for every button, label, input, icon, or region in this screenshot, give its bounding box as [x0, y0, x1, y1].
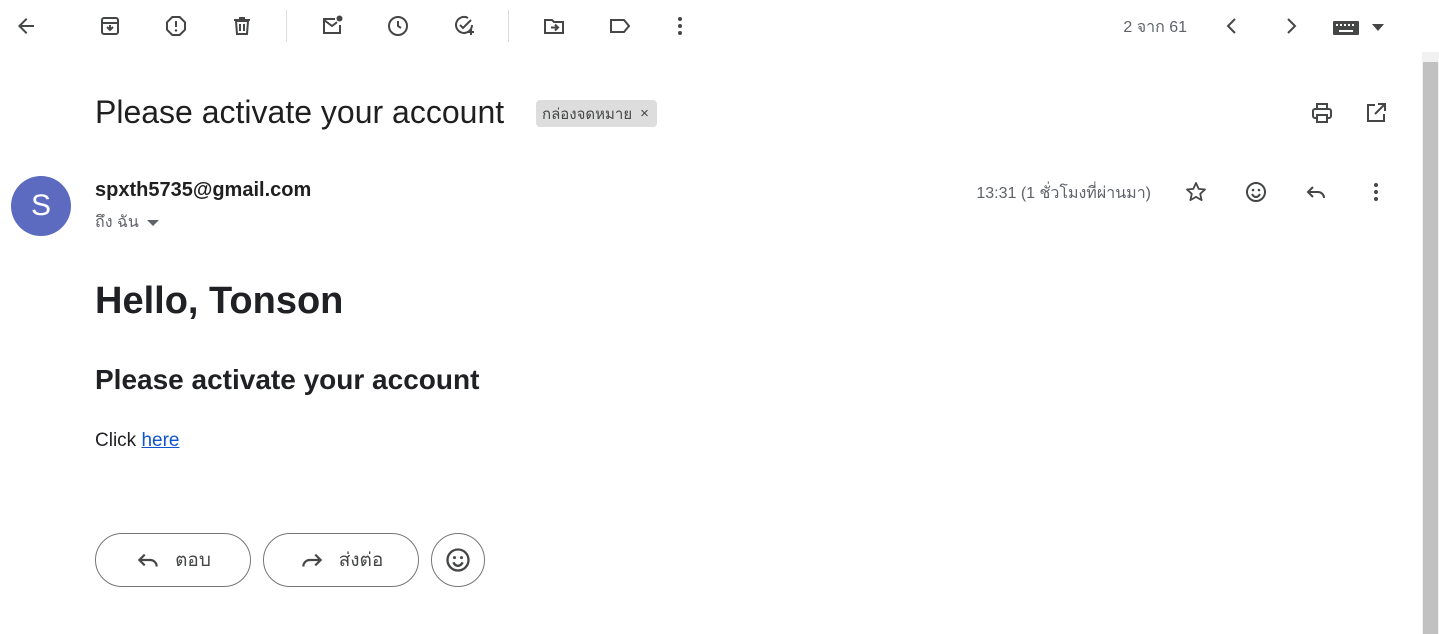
reply-label: ตอบ: [175, 550, 211, 571]
emoji-react-button[interactable]: [431, 533, 485, 587]
forward-pill-button[interactable]: ส่งต่อ: [263, 533, 419, 587]
older-button[interactable]: [1271, 6, 1311, 46]
archive-icon: [101, 17, 119, 35]
back-arrow-icon: [18, 18, 34, 34]
inbox-label-chip[interactable]: กล่องจดหมาย ×: [536, 100, 657, 127]
scrollbar-thumb[interactable]: [1423, 62, 1438, 634]
move-to-button[interactable]: [534, 6, 574, 46]
mark-unread-icon: [323, 15, 343, 34]
star-button[interactable]: [1176, 172, 1216, 212]
input-tools-button[interactable]: [1332, 14, 1388, 40]
print-icon: [1312, 103, 1332, 123]
message-more-button[interactable]: [1356, 172, 1396, 212]
email-paragraph: Click here: [95, 430, 179, 452]
emoji-icon: [446, 548, 470, 572]
open-new-window-button[interactable]: [1356, 93, 1396, 133]
email-timestamp: 13:31 (1 ชั่วโมงที่ผ่านมา): [976, 185, 1151, 202]
forward-icon: [301, 553, 322, 567]
newer-button[interactable]: [1212, 6, 1252, 46]
snooze-icon: [388, 16, 408, 36]
email-subject: Please activate your account: [95, 94, 505, 130]
email-greeting: Hello, Tonson: [95, 280, 344, 322]
avatar[interactable]: S: [11, 176, 71, 236]
emoji-icon: [1246, 182, 1266, 202]
label-chip-text: กล่องจดหมาย: [542, 105, 633, 123]
add-task-icon: [455, 15, 474, 35]
print-button[interactable]: [1302, 93, 1342, 133]
reply-icon: [137, 553, 158, 567]
add-task-button[interactable]: [444, 6, 484, 46]
add-reaction-button[interactable]: [1236, 172, 1276, 212]
recipient-label: ถึง ฉัน: [95, 214, 139, 231]
forward-label: ส่งต่อ: [338, 550, 384, 571]
chevron-down-icon: [146, 219, 159, 226]
mark-unread-button[interactable]: [312, 6, 352, 46]
click-text: Click: [95, 430, 142, 451]
more-button[interactable]: [660, 6, 700, 46]
page-count: 2 จาก 61: [1123, 19, 1187, 36]
activation-link[interactable]: here: [141, 430, 179, 451]
report-spam-icon: [166, 16, 186, 36]
delete-icon: [234, 17, 250, 35]
star-icon: [1186, 182, 1206, 201]
snooze-button[interactable]: [378, 6, 418, 46]
reply-button[interactable]: [1296, 172, 1336, 212]
more-vert-icon: [1374, 183, 1378, 201]
recipient-details[interactable]: ถึง ฉัน: [95, 210, 159, 235]
delete-button[interactable]: [222, 6, 262, 46]
move-to-icon: [544, 19, 564, 34]
chevron-down-icon: [1372, 23, 1384, 31]
email-view: 2 จาก 61 Please activate your account กล…: [0, 0, 1439, 634]
chevron-left-icon: [1226, 18, 1236, 34]
toolbar-divider: [508, 10, 509, 42]
toolbar-divider: [286, 10, 287, 42]
reply-pill-button[interactable]: ตอบ: [95, 533, 251, 587]
more-vert-icon: [678, 17, 682, 35]
archive-button[interactable]: [90, 6, 130, 46]
sender-email[interactable]: spxth5735@gmail.com: [95, 179, 311, 202]
remove-label-icon[interactable]: ×: [640, 105, 649, 122]
email-heading: Please activate your account: [95, 364, 480, 395]
open-in-new-icon: [1367, 103, 1386, 122]
reply-icon: [1306, 186, 1325, 199]
label-button[interactable]: [600, 6, 640, 46]
label-icon: [610, 19, 631, 33]
back-button[interactable]: [6, 6, 46, 46]
chevron-right-icon: [1287, 18, 1297, 34]
report-spam-button[interactable]: [156, 6, 196, 46]
keyboard-icon: [1333, 21, 1359, 35]
